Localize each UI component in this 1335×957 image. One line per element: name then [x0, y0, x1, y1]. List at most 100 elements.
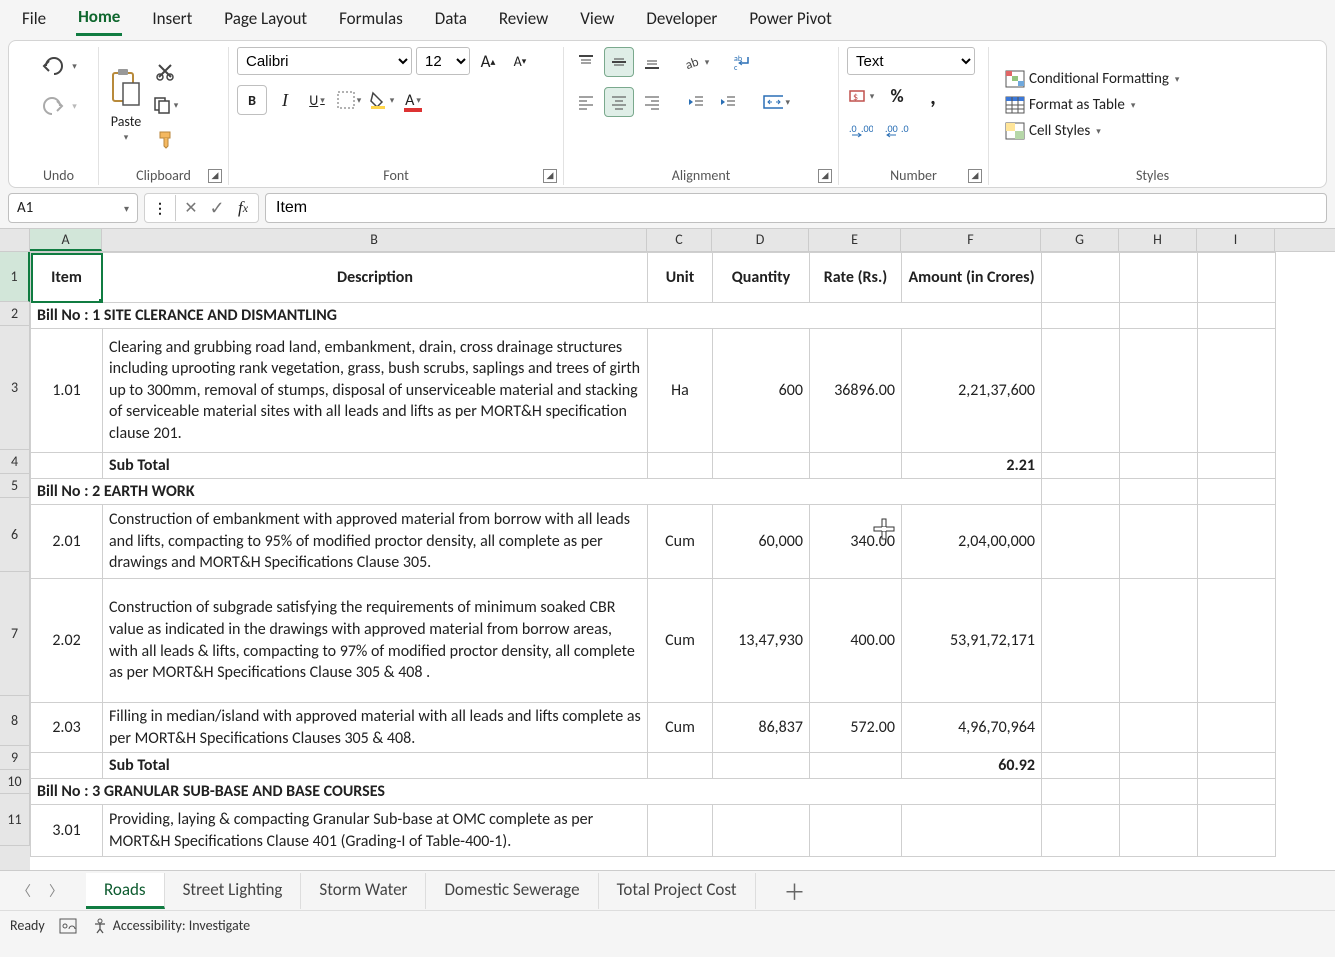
spreadsheet-grid[interactable]: 1234567891011 ItemDescriptionUnitQuantit… — [0, 252, 1335, 870]
cell[interactable]: 2.03 — [31, 703, 103, 753]
format-painter-button[interactable] — [151, 126, 179, 152]
cut-button[interactable] — [151, 58, 179, 84]
number-format-select[interactable]: Text — [847, 47, 975, 75]
cell[interactable] — [1120, 753, 1198, 779]
cell[interactable]: Sub Total — [103, 453, 648, 479]
cell[interactable]: 340.00 — [810, 505, 902, 579]
menu-developer[interactable]: Developer — [644, 4, 719, 35]
row-header-9[interactable]: 9 — [0, 746, 30, 770]
cell[interactable] — [1120, 805, 1198, 857]
cell[interactable]: Bill No : 3 GRANULAR SUB-BASE AND BASE C… — [31, 779, 1042, 805]
conditional-formatting-button[interactable]: Conditional Formatting — [1005, 70, 1179, 88]
menu-review[interactable]: Review — [497, 4, 550, 35]
cell[interactable] — [902, 805, 1042, 857]
cell[interactable] — [713, 753, 810, 779]
align-left-button[interactable] — [572, 89, 600, 115]
select-all-corner[interactable] — [0, 229, 30, 251]
menu-data[interactable]: Data — [433, 4, 469, 35]
cell[interactable]: Quantity — [713, 253, 810, 303]
cell[interactable]: Cum — [648, 505, 713, 579]
menu-home[interactable]: Home — [76, 2, 122, 36]
cell[interactable] — [1120, 479, 1198, 505]
cell[interactable] — [1120, 579, 1198, 703]
align-top-button[interactable] — [572, 49, 600, 75]
insert-function-button[interactable]: fx — [230, 195, 256, 221]
menu-insert[interactable]: Insert — [150, 4, 194, 35]
column-headers[interactable]: ABCDEFGHI — [0, 228, 1335, 252]
name-box[interactable]: A1 ▾ — [8, 193, 138, 223]
cell[interactable]: 60,000 — [713, 505, 810, 579]
cell[interactable] — [1198, 453, 1276, 479]
decrease-decimal-button[interactable]: .00.0 — [883, 117, 911, 143]
cell[interactable] — [1198, 303, 1276, 329]
undo-button[interactable] — [39, 47, 79, 85]
menu-file[interactable]: File — [20, 4, 48, 35]
cell[interactable]: Description — [103, 253, 648, 303]
col-header-B[interactable]: B — [102, 229, 647, 251]
cell[interactable]: Clearing and grubbing road land, embankm… — [103, 329, 648, 453]
cell[interactable]: Rate (Rs.) — [810, 253, 902, 303]
cell[interactable] — [1042, 779, 1120, 805]
cell[interactable] — [1198, 253, 1276, 303]
italic-button[interactable]: I — [271, 87, 299, 113]
cell[interactable]: 2.02 — [31, 579, 103, 703]
cell[interactable] — [1042, 453, 1120, 479]
cell[interactable] — [713, 805, 810, 857]
formula-menu-icon[interactable]: ⋮ — [147, 195, 173, 221]
cell[interactable] — [1120, 703, 1198, 753]
borders-button[interactable] — [335, 87, 363, 113]
cell[interactable] — [1042, 753, 1120, 779]
cancel-formula-button[interactable]: ✕ — [178, 195, 204, 221]
row-header-4[interactable]: 4 — [0, 450, 30, 474]
orientation-button[interactable]: ab — [682, 49, 710, 75]
align-bottom-button[interactable] — [638, 49, 666, 75]
cell[interactable]: 3.01 — [31, 805, 103, 857]
cell[interactable]: 600 — [713, 329, 810, 453]
percent-button[interactable]: % — [883, 83, 911, 109]
cell[interactable]: 572.00 — [810, 703, 902, 753]
cell[interactable] — [1120, 329, 1198, 453]
increase-font-button[interactable]: A▴ — [474, 48, 502, 74]
sheet-tab-total-project-cost[interactable]: Total Project Cost — [599, 873, 756, 909]
accept-formula-button[interactable]: ✓ — [204, 195, 230, 221]
decrease-font-button[interactable]: A▾ — [506, 48, 534, 74]
row-header-2[interactable]: 2 — [0, 302, 30, 326]
align-center-button[interactable] — [604, 87, 634, 117]
underline-button[interactable]: U — [303, 87, 331, 113]
cell[interactable]: 2,04,00,000 — [902, 505, 1042, 579]
sheet-tab-storm-water[interactable]: Storm Water — [301, 873, 426, 909]
cell[interactable] — [1198, 805, 1276, 857]
copy-button[interactable] — [151, 92, 179, 118]
cell[interactable] — [810, 753, 902, 779]
cell[interactable] — [1198, 579, 1276, 703]
formula-input[interactable] — [265, 193, 1327, 223]
cell[interactable]: 2.21 — [902, 453, 1042, 479]
cell[interactable]: 1.01 — [31, 329, 103, 453]
alignment-launcher[interactable]: ◢ — [818, 169, 832, 183]
cell[interactable]: 13,47,930 — [713, 579, 810, 703]
merge-center-button[interactable] — [762, 89, 790, 115]
cell[interactable] — [1198, 479, 1276, 505]
cell[interactable] — [1042, 303, 1120, 329]
cell[interactable]: 36896.00 — [810, 329, 902, 453]
cell[interactable] — [1120, 253, 1198, 303]
paste-button[interactable]: Paste ▾ — [107, 67, 145, 143]
row-header-1[interactable]: 1 — [0, 252, 30, 302]
cell[interactable] — [1198, 329, 1276, 453]
cell[interactable]: Construction of embankment with approved… — [103, 505, 648, 579]
row-header-6[interactable]: 6 — [0, 498, 30, 572]
format-as-table-button[interactable]: Format as Table — [1005, 96, 1135, 114]
menu-page-layout[interactable]: Page Layout — [222, 4, 309, 35]
accounting-format-button[interactable]: $ — [847, 83, 875, 109]
cell[interactable] — [648, 805, 713, 857]
cell[interactable]: Ha — [648, 329, 713, 453]
cell[interactable]: 53,91,72,171 — [902, 579, 1042, 703]
font-name-select[interactable]: Calibri — [237, 47, 412, 75]
increase-indent-button[interactable] — [714, 89, 742, 115]
cell[interactable]: Amount (in Crores) — [902, 253, 1042, 303]
cell[interactable]: Cum — [648, 703, 713, 753]
cell[interactable]: 2,21,37,600 — [902, 329, 1042, 453]
cell[interactable]: Providing, laying & compacting Granular … — [103, 805, 648, 857]
cell[interactable] — [1120, 505, 1198, 579]
cell[interactable]: 86,837 — [713, 703, 810, 753]
